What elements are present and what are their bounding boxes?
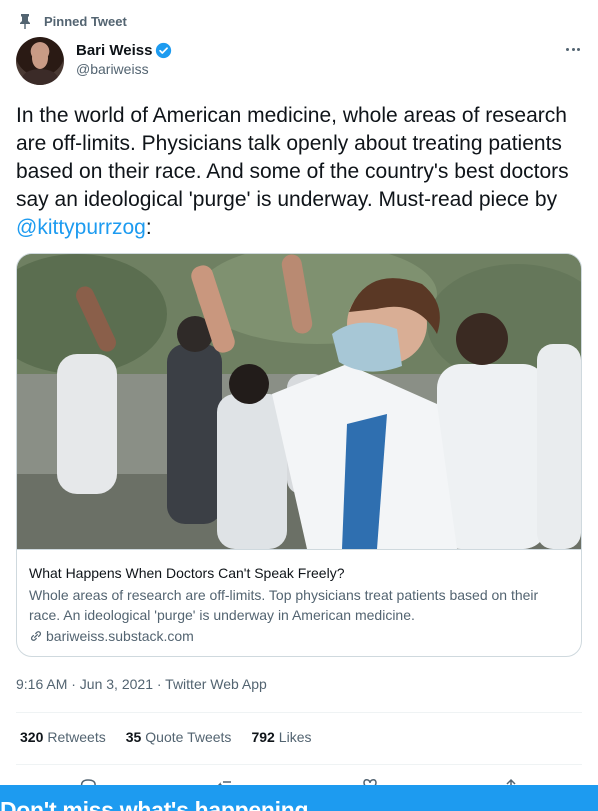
pin-icon [20, 14, 30, 29]
retweets-stat[interactable]: 320 Retweets [20, 729, 106, 745]
author-handle[interactable]: @bariweiss [76, 61, 172, 77]
tweet-suffix: : [145, 216, 152, 239]
quote-tweets-stat[interactable]: 35 Quote Tweets [126, 729, 232, 745]
retweets-label: Retweets [47, 729, 106, 745]
tweet-timestamp[interactable]: 9:16 AM · Jun 3, 2021 · Twitter Web App [16, 676, 267, 692]
author-block[interactable]: Bari Weiss @bariweiss [76, 40, 172, 77]
card-domain-text[interactable]: bariweiss.substack.com [46, 628, 194, 644]
link-card[interactable]: What Happens When Doctors Can't Speak Fr… [16, 253, 582, 657]
card-title[interactable]: What Happens When Doctors Can't Speak Fr… [29, 564, 569, 582]
quote-tweets-label: Quote Tweets [145, 729, 232, 745]
likes-count: 792 [251, 729, 275, 745]
tweet-body: In the world of American medicine, whole… [16, 104, 569, 211]
banner-heading: Don't miss what's happening [0, 797, 309, 811]
pinned-label: Pinned Tweet [44, 13, 127, 29]
signup-banner[interactable]: Don't miss what's happening [0, 785, 598, 811]
likes-label: Likes [278, 729, 312, 745]
divider [16, 764, 582, 765]
author-name[interactable]: Bari Weiss [76, 42, 152, 59]
card-domain[interactable]: bariweiss.substack.com [29, 628, 569, 644]
card-body[interactable]: What Happens When Doctors Can't Speak Fr… [17, 549, 581, 656]
pinned-tweet-indicator: Pinned Tweet [18, 12, 127, 30]
likes-stat[interactable]: 792 Likes [251, 729, 311, 745]
verified-badge-icon [156, 42, 172, 58]
quote-tweets-count: 35 [125, 729, 142, 745]
mention-link[interactable]: @kittypurrzog [16, 216, 146, 239]
card-image[interactable] [17, 254, 581, 549]
more-options-icon[interactable] [562, 38, 584, 60]
link-icon [31, 631, 41, 641]
tweet-text: In the world of American medicine, whole… [16, 102, 582, 242]
tweet-stats: 320 Retweets 35 Quote Tweets 792 Likes [20, 729, 331, 745]
avatar[interactable] [16, 37, 64, 85]
divider [16, 712, 582, 713]
card-description: Whole areas of research are off-limits. … [29, 587, 539, 623]
retweets-count: 320 [20, 729, 44, 745]
